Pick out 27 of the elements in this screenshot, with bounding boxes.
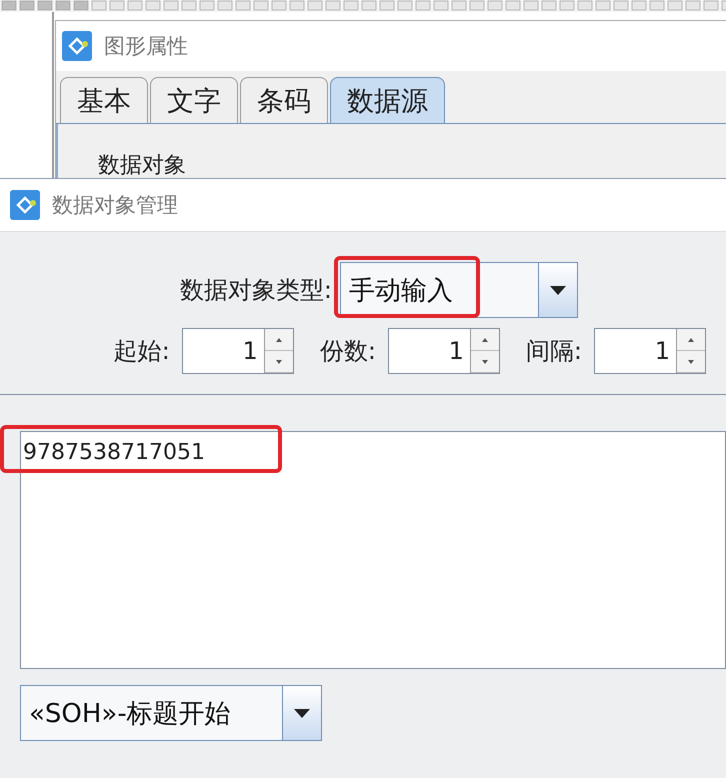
number-spinner[interactable]: 1 [594, 328, 706, 374]
type-dropdown[interactable]: 手动输入 [340, 262, 578, 318]
down-icon [276, 360, 282, 364]
caret-icon [550, 286, 566, 294]
down-icon [482, 360, 488, 364]
app-icon [62, 31, 92, 61]
tab[interactable]: 数据源 [330, 77, 445, 123]
down-icon [688, 360, 694, 364]
number-spinner[interactable]: 1 [388, 328, 500, 374]
tab[interactable]: 基本 [60, 77, 148, 123]
up-icon [482, 338, 488, 342]
caret-icon [294, 708, 310, 718]
spinner-label: 间隔: [526, 336, 582, 367]
control-character-dropdown[interactable]: «SOH»-标题开始 [20, 685, 322, 741]
app-icon [10, 190, 40, 220]
number-spinner[interactable]: 1 [182, 328, 294, 374]
dialog-title: 数据对象管理 [52, 192, 178, 219]
spinner-label: 起始: [114, 336, 170, 367]
section-label: 数据对象 [98, 153, 186, 178]
tab[interactable]: 条码 [240, 77, 328, 123]
window-title: 图形属性 [104, 33, 188, 60]
tab[interactable]: 文字 [150, 77, 238, 123]
text-area[interactable]: 9787538717051 [20, 431, 726, 669]
up-icon [688, 338, 694, 342]
type-label: 数据对象类型: [180, 275, 332, 306]
spinner-label: 份数: [320, 336, 376, 367]
up-icon [276, 338, 282, 342]
